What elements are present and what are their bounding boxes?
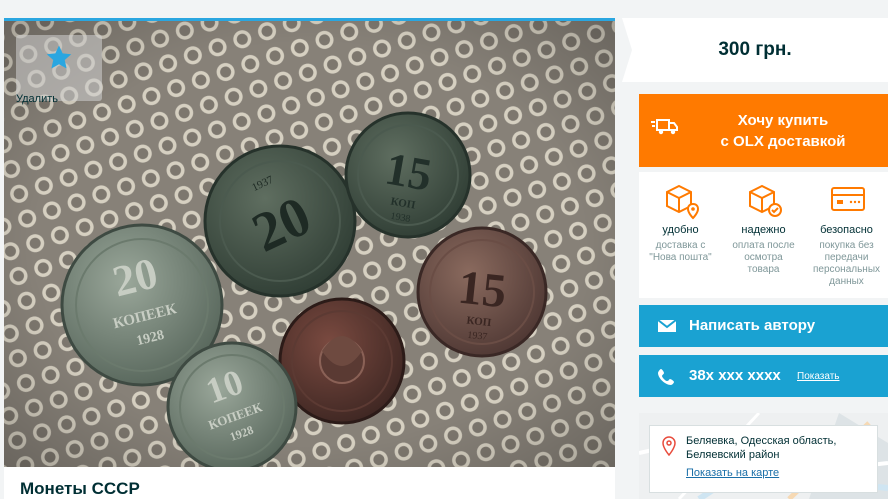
feature-title: безопасно	[820, 224, 873, 236]
feature-title: удобно	[662, 224, 699, 236]
phone-button[interactable]: 38x xxx xxxx Показать	[639, 355, 888, 397]
location-map[interactable]: Беляевка, Одесская область, Беляевский р…	[639, 413, 888, 499]
location-address: Беляевка, Одесская область, Беляевский р…	[686, 434, 872, 462]
listing-photo[interactable]: 20 КОПЕЕК 1928 20 1937 15 КОП 1938 15 КО…	[4, 21, 615, 467]
delivery-truck-icon	[651, 119, 678, 135]
coin-emblem	[278, 297, 406, 425]
buy-label-line1: Хочу купить	[737, 112, 829, 129]
svg-text:15: 15	[456, 261, 509, 319]
show-on-map-link[interactable]: Показать на карте	[686, 467, 779, 479]
phone-icon	[658, 369, 674, 385]
address-line2: Беляевский район	[686, 449, 780, 461]
coin-15-kop-1938: 15 КОП 1938	[344, 111, 472, 239]
price-box: 300 грн.	[622, 18, 888, 82]
coin-15-kop-1937: 15 КОП 1937	[416, 226, 548, 358]
phone-number: 38x xxx xxxx	[689, 367, 781, 384]
listing-page: 20 КОПЕЕК 1928 20 1937 15 КОП 1938 15 КО…	[0, 0, 888, 499]
location-card: Беляевка, Одесская область, Беляевский р…	[649, 425, 878, 493]
feature-desc: доставка с "Нова пошта"	[649, 240, 712, 263]
message-author-label: Написать автору	[689, 317, 816, 334]
box-check-icon	[749, 184, 782, 217]
feature-convenient: удобно доставка с "Нова пошта"	[639, 172, 722, 298]
coin-20-1937: 20 1937	[203, 144, 357, 298]
coin-10-kopeek-1928: 10 КОПЕЕК 1928	[166, 341, 298, 467]
feature-title: надежно	[741, 224, 786, 236]
buy-with-delivery-label: Хочу купить с OLX доставкой	[683, 110, 883, 152]
envelope-icon	[657, 319, 677, 332]
star-icon	[46, 45, 72, 69]
price-value: 300 грн.	[718, 39, 792, 60]
buy-with-delivery-button[interactable]: Хочу купить с OLX доставкой	[639, 94, 888, 167]
favorite-label[interactable]: Удалить	[16, 93, 102, 105]
delivery-features: удобно доставка с "Нова пошта" надежно о…	[639, 172, 888, 298]
show-phone-link[interactable]: Показать	[797, 371, 840, 382]
listing-title: Монеты СССР	[20, 479, 140, 498]
card-icon	[831, 187, 865, 211]
svg-text:15: 15	[382, 142, 436, 200]
feature-safe: безопасно покупка без передачи персональ…	[805, 172, 888, 298]
message-author-button[interactable]: Написать автору	[639, 305, 888, 347]
feature-desc: покупка без передачи персональных данных	[812, 240, 881, 287]
buy-label-line2: с OLX доставкой	[720, 133, 846, 150]
photo-card: 20 КОПЕЕК 1928 20 1937 15 КОП 1938 15 КО…	[4, 18, 615, 499]
location-pin-icon	[662, 436, 676, 456]
svg-text:1937: 1937	[467, 330, 488, 343]
feature-desc: оплата после осмотра товара	[732, 240, 795, 275]
favorite-button[interactable]	[16, 35, 102, 101]
address-line1: Беляевка, Одесская область,	[686, 435, 837, 447]
box-location-icon	[666, 184, 700, 220]
feature-reliable: надежно оплата после осмотра товара	[722, 172, 805, 298]
